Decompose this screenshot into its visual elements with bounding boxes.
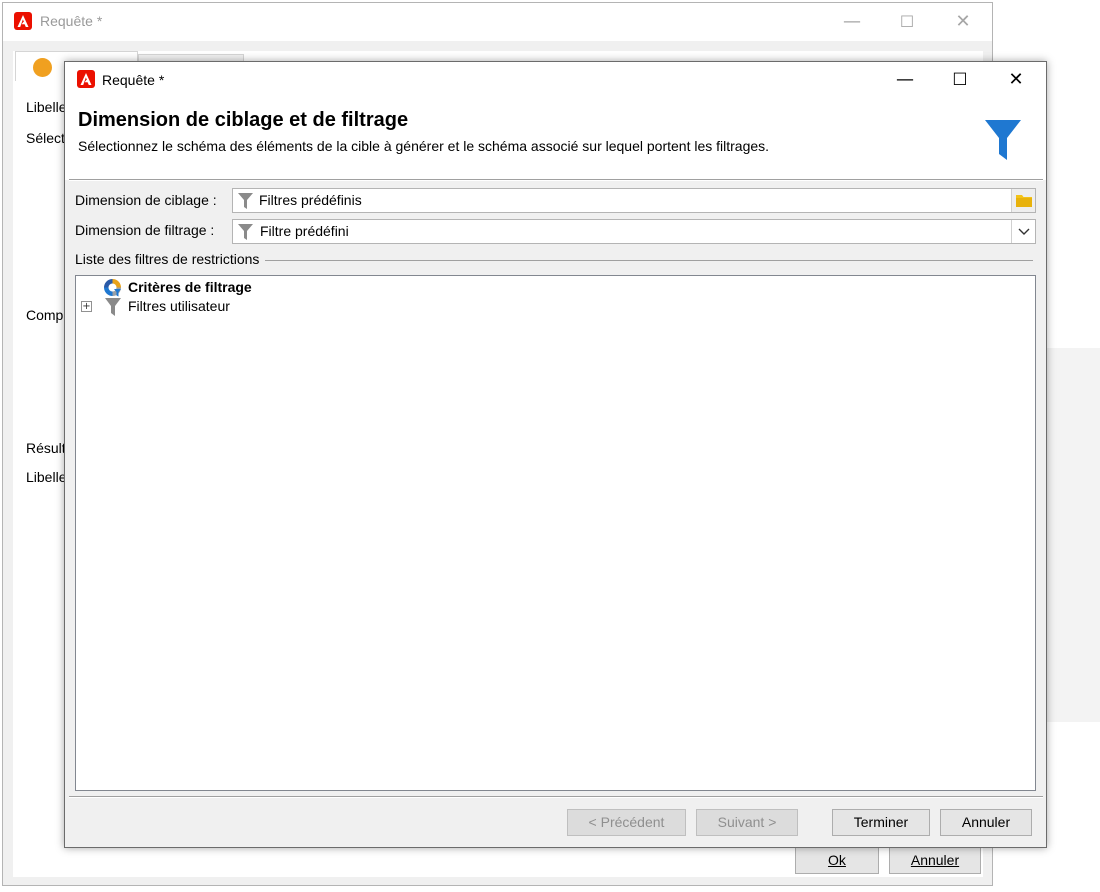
minimize-icon[interactable]: — [830,8,874,36]
funnel-icon [983,118,1023,165]
back-label-result: Résult [26,440,66,456]
funnel-icon [105,298,121,319]
background-panel [1046,348,1100,722]
close-icon[interactable]: ✕ [994,66,1038,94]
filtering-dimension-value: Filtre prédéfini [260,223,349,239]
next-button-label: Suivant > [717,814,777,830]
back-cancel-button[interactable]: Annuler [889,847,981,874]
wizard-step-title: Dimension de ciblage et de filtrage [78,109,409,131]
back-label-comp: Comp [26,307,64,323]
adobe-logo-icon [77,70,95,91]
wizard-header: Dimension de ciblage et de filtrage Séle… [65,98,1046,180]
ok-button-label: Ok [828,852,846,868]
dialog-titlebar: Requête * — ☐ ✕ [65,62,1046,98]
maximize-icon[interactable]: ☐ [938,66,982,94]
folder-icon[interactable] [1011,189,1035,212]
restriction-filters-tree[interactable]: Critères de filtrage + Filtres utilisate… [75,275,1036,791]
header-separator [69,179,1043,181]
finish-button-label: Terminer [853,814,909,830]
wizard-step-description: Sélectionnez le schéma des éléments de l… [78,138,770,154]
funnel-icon [238,224,253,243]
back-window-title: Requête * [40,13,103,29]
next-button[interactable]: Suivant > [696,809,798,836]
finish-button[interactable]: Terminer [832,809,930,836]
chevron-down-icon[interactable] [1011,220,1035,243]
previous-button[interactable]: < Précédent [567,809,686,836]
maximize-icon[interactable]: ☐ [885,8,929,36]
back-label-libelle-2: Libelle [26,469,67,485]
close-icon[interactable]: ✕ [941,8,985,36]
restriction-filters-label: Liste des filtres de restrictions [75,251,262,267]
previous-button-label: < Précédent [588,814,665,830]
dialog-title: Requête * [102,72,165,88]
targeting-dimension-value: Filtres prédéfinis [259,192,362,208]
back-cancel-button-label: Annuler [910,852,960,868]
minimize-icon[interactable]: — [883,66,927,94]
status-dot-icon [33,58,52,77]
filtering-dimension-select[interactable]: Filtre prédéfini [232,219,1036,244]
adobe-logo-icon [14,12,32,33]
cancel-button-label: Annuler [961,814,1011,830]
ok-button[interactable]: Ok [795,847,879,874]
wizard-dialog: Requête * — ☐ ✕ Dimension de ciblage et … [64,61,1047,848]
back-window-titlebar: Requête * — ☐ ✕ [3,3,992,41]
targeting-dimension-label: Dimension de ciblage : [75,192,217,208]
tree-item-label: Filtres utilisateur [128,298,230,314]
tree-item-label: Critères de filtrage [128,279,252,295]
filtering-dimension-label: Dimension de filtrage : [75,222,215,238]
footer-separator [69,796,1043,798]
filter-criteria-icon [103,278,122,300]
expand-icon[interactable]: + [81,301,92,312]
cancel-button[interactable]: Annuler [940,809,1032,836]
targeting-dimension-field[interactable]: Filtres prédéfinis [232,188,1036,213]
group-separator [265,260,1033,261]
funnel-icon [238,193,253,212]
back-label-libelle: Libelle [26,99,67,115]
back-label-select: Sélect [26,130,65,146]
